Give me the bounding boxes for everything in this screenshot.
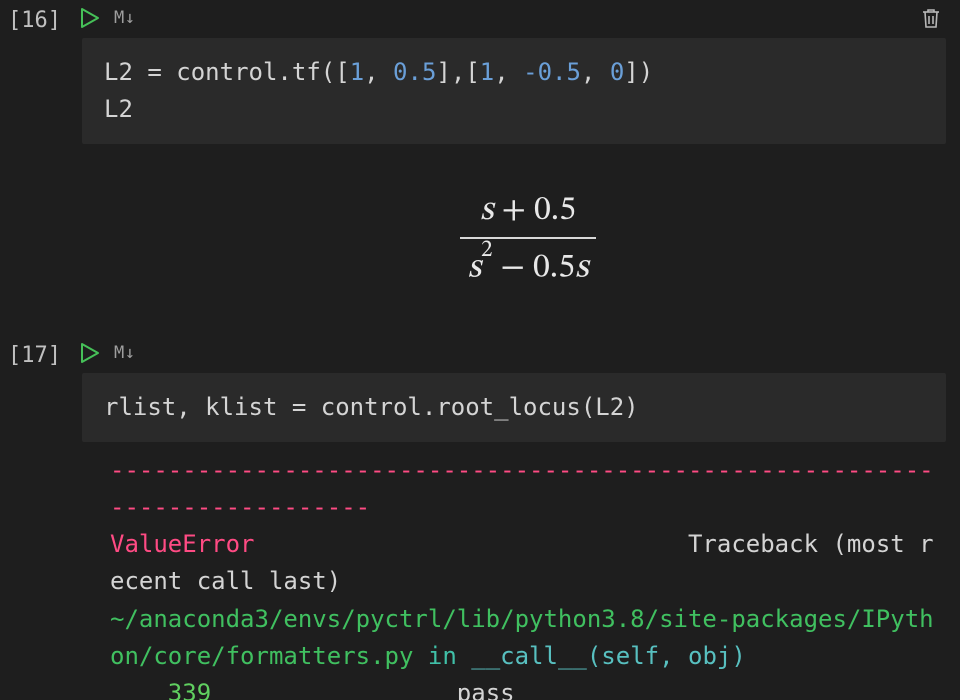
traceback-args: (self, obj) [587,642,746,670]
code-editor[interactable]: L2 = control.tf([1, 0.5],[1, -0.5, 0]) L… [82,38,946,144]
traceback-function: __call__ [471,642,587,670]
notebook-cell: [16] M↓ L2 = control.tf([1, 0.5],[1, -0.… [0,0,960,144]
traceback-in-keyword: in [428,642,457,670]
execution-count: [17] [0,335,80,368]
markdown-toggle[interactable]: M↓ [114,343,135,363]
cell-toolbar: M↓ [80,0,948,36]
error-name: ValueError [110,530,255,558]
fraction: s + 0.5 s2 − 0.5s [460,190,597,290]
code-editor[interactable]: rlist, klist = control.root_locus(L2) [82,373,946,442]
run-cell-button[interactable] [80,7,100,29]
run-cell-button[interactable] [80,342,100,364]
cell-toolbar: M↓ [80,335,948,371]
fraction-numerator: s + 0.5 [460,190,597,239]
execution-count: [16] [0,0,80,33]
traceback-code: pass [457,679,515,700]
traceback-separator: ----------------------------------------… [110,456,934,521]
latex-output: s + 0.5 s2 − 0.5s [108,144,948,334]
traceback-lineno: 339 [168,679,211,700]
markdown-label: M↓ [114,8,135,28]
traceback-output: ----------------------------------------… [108,442,948,700]
notebook-cell: [17] M↓ rlist, klist = control.root_locu… [0,335,960,442]
markdown-label: M↓ [114,343,135,363]
cell-output: ----------------------------------------… [0,442,960,700]
cell-output: s + 0.5 s2 − 0.5s [0,144,960,334]
delete-cell-button[interactable] [920,6,942,30]
fraction-denominator: s2 − 0.5s [460,239,597,290]
markdown-toggle[interactable]: M↓ [114,8,135,28]
